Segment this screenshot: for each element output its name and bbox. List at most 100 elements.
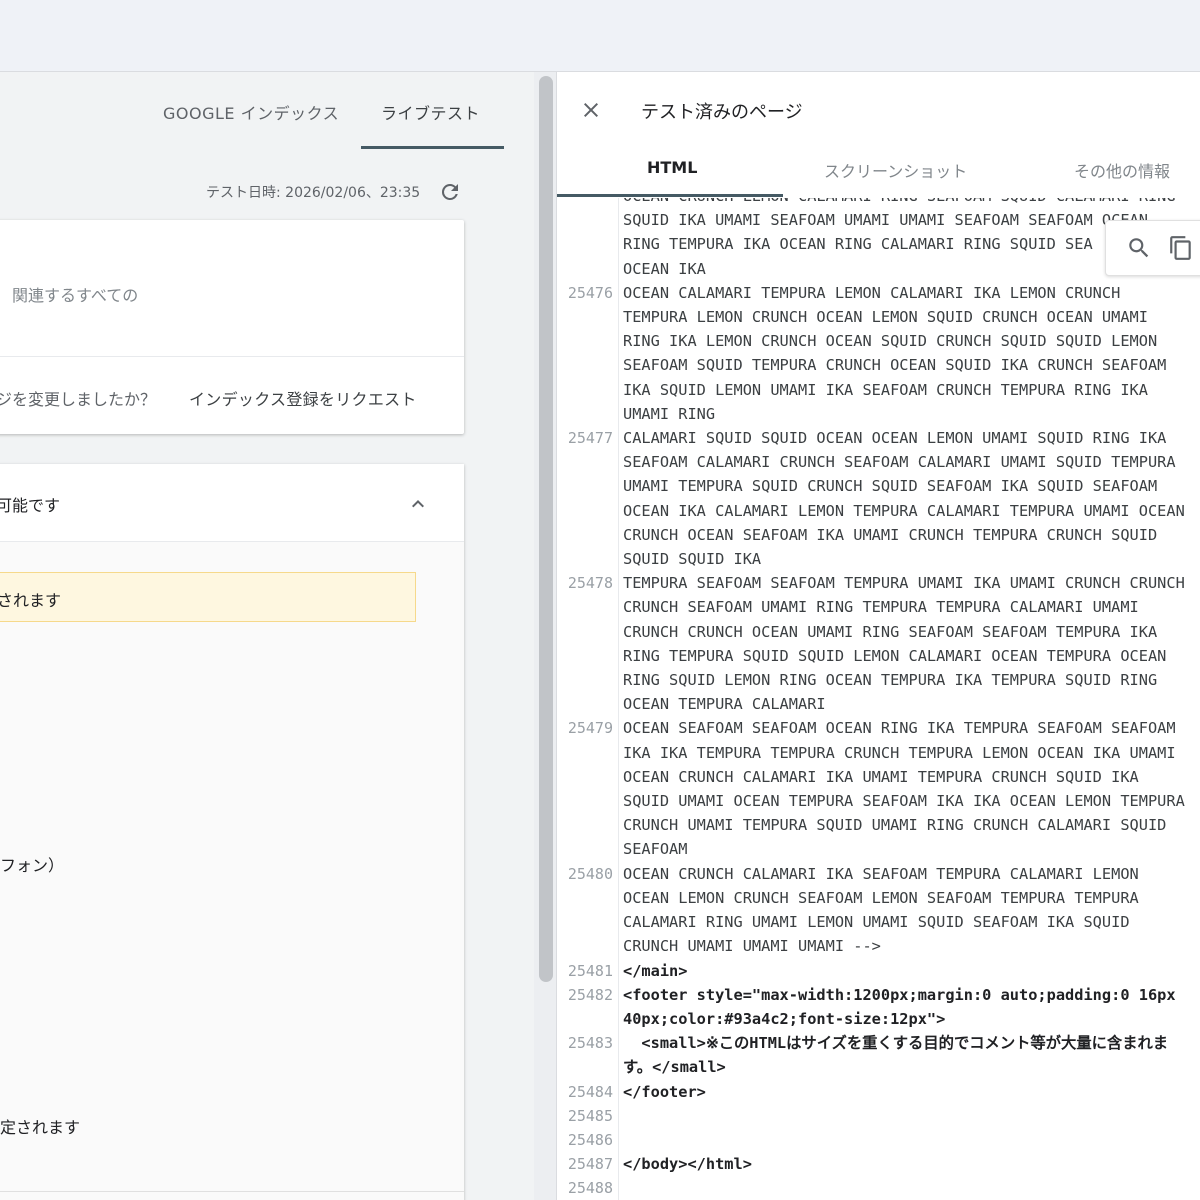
card-divider <box>0 356 464 357</box>
line-number <box>557 353 615 377</box>
code-text: </footer> <box>623 1082 706 1101</box>
line-number <box>557 1007 615 1031</box>
code-line: 25485 <box>557 1104 1200 1128</box>
code-text: IKA IKA TEMPURA TEMPURA CRUNCH TEMPURA L… <box>623 743 1176 762</box>
code-text: OCEAN CRUNCH CALAMARI IKA SEAFOAM TEMPUR… <box>623 864 1139 883</box>
code-line: 40px;color:#93a4c2;font-size:12px"> <box>557 1007 1200 1031</box>
panel-title: テスト済みのページ <box>641 102 803 123</box>
tab-live-test[interactable]: ライブテスト <box>381 100 480 124</box>
line-number <box>557 329 615 353</box>
line-number <box>557 620 615 644</box>
code-line: OCEAN IKA CALAMARI LEMON TEMPURA CALAMAR… <box>557 499 1200 523</box>
code-text: OCEAN IKA CALAMARI LEMON TEMPURA CALAMAR… <box>623 501 1185 520</box>
availability-title: 可能です <box>0 496 61 515</box>
code-text: CRUNCH SEAFOAM UMAMI RING TEMPURA TEMPUR… <box>623 598 1139 617</box>
line-number <box>557 547 615 571</box>
active-tab-indicator <box>361 146 504 149</box>
code-text: CRUNCH OCEAN SEAFOAM IKA UMAMI CRUNCH TE… <box>623 525 1158 544</box>
line-number <box>557 741 615 765</box>
code-text: UMAMI TEMPURA SQUID CRUNCH SQUID SEAFOAM… <box>623 477 1158 496</box>
page-changed-question: ジを変更しましたか？ <box>0 390 157 409</box>
line-number <box>557 208 615 232</box>
line-number <box>557 305 615 329</box>
code-text: <footer style="max-width:1200px;margin:0… <box>623 985 1176 1004</box>
code-line: OCEAN LEMON CRUNCH SEAFOAM LEMON SEAFOAM… <box>557 886 1200 910</box>
inspection-tabs: GOOGLE インデックス ライブテスト <box>0 72 534 150</box>
code-text: CRUNCH CRUNCH OCEAN UMAMI RING SEAFOAM S… <box>623 622 1158 641</box>
tab-html[interactable]: HTML <box>647 158 697 177</box>
code-text: OCEAN LEMON CRUNCH SEAFOAM LEMON SEAFOAM… <box>623 888 1139 907</box>
request-indexing-button[interactable]: インデックス登録をリクエスト <box>189 386 417 410</box>
code-line: IKA SQUID LEMON UMAMI IKA SEAFOAM CRUNCH… <box>557 378 1200 402</box>
line-number: 25488 <box>567 1179 613 1198</box>
line-number <box>557 789 615 813</box>
code-line: 25484 </footer> <box>557 1080 1200 1104</box>
close-icon[interactable] <box>579 98 603 122</box>
indexing-card: 関連するすべての ジを変更しましたか？ インデックス登録をリクエスト <box>0 220 464 434</box>
code-line: 25476 OCEAN CALAMARI TEMPURA LEMON CALAMA… <box>557 281 1200 305</box>
tab-screenshot[interactable]: スクリーンショット <box>824 158 967 182</box>
line-number <box>557 232 615 256</box>
code-line: 25481 </main> <box>557 959 1200 983</box>
code-line: CRUNCH CRUNCH OCEAN UMAMI RING SEAFOAM S… <box>557 620 1200 644</box>
scrollbar-thumb[interactable] <box>539 76 553 982</box>
code-line: 25486 <box>557 1128 1200 1152</box>
line-number <box>557 402 615 426</box>
code-text: す。</small> <box>623 1058 726 1077</box>
code-text: <small>※このHTMLはサイズを重くする目的でコメント等が大量に含まれま <box>623 1034 1169 1053</box>
code-line: OCEAN CRUNCH CALAMARI IKA UMAMI TEMPURA … <box>557 765 1200 789</box>
code-text: RING IKA LEMON CRUNCH OCEAN SQUID CRUNCH… <box>623 332 1158 351</box>
line-number <box>557 668 615 692</box>
test-date-label: テスト日時: 2026/02/06、23:35 <box>206 185 421 201</box>
code-text: SQUID SQUID IKA <box>623 550 762 569</box>
code-text: IKA SQUID LEMON UMAMI IKA SEAFOAM CRUNCH… <box>623 380 1148 399</box>
warning-text: されます <box>0 591 62 610</box>
code-line: CRUNCH OCEAN SEAFOAM IKA UMAMI CRUNCH TE… <box>557 523 1200 547</box>
tab-google-index[interactable]: GOOGLE インデックス <box>163 100 339 124</box>
availability-card-header[interactable]: 可能です <box>0 464 464 542</box>
code-line: RING TEMPURA SQUID SQUID LEMON CALAMARI … <box>557 644 1200 668</box>
warning-banner: されます <box>0 572 416 622</box>
line-number <box>557 934 615 958</box>
code-line: UMAMI TEMPURA SQUID CRUNCH SQUID SEAFOAM… <box>557 474 1200 498</box>
code-text: </body></html> <box>623 1155 752 1174</box>
line-number <box>557 595 615 619</box>
line-number <box>557 474 615 498</box>
tested-page-panel: テスト済みのページ HTML スクリーンショット その他の情報 OCEAN CR… <box>556 72 1200 1200</box>
code-text: OCEAN CRUNCH CALAMARI IKA UMAMI TEMPURA … <box>623 767 1139 786</box>
code-toolbar <box>1105 220 1200 276</box>
line-number: 25487 <box>567 1155 613 1174</box>
line-number: 25481 <box>567 961 613 980</box>
related-text: 関連するすべての <box>12 286 139 305</box>
refresh-icon[interactable] <box>438 180 462 204</box>
code-text: SEAFOAM CALAMARI CRUNCH SEAFOAM CALAMARI… <box>623 453 1176 472</box>
code-text: OCEAN CRUNCH LEMON CALAMARI RING SEAFOAM… <box>623 198 1200 208</box>
code-line: 25479 OCEAN SEAFOAM SEAFOAM OCEAN RING IK… <box>557 716 1200 740</box>
code-line: SEAFOAM SQUID TEMPURA CRUNCH OCEAN SQUID… <box>557 353 1200 377</box>
copy-icon[interactable] <box>1168 235 1194 261</box>
code-text: OCEAN SEAFOAM SEAFOAM OCEAN RING IKA TEM… <box>623 719 1176 738</box>
html-source-view[interactable]: OCEAN CRUNCH LEMON CALAMARI RING SEAFOAM… <box>557 198 1200 1200</box>
code-line: OCEAN CRUNCH LEMON CALAMARI RING SEAFOAM… <box>557 198 1200 208</box>
line-number: 25485 <box>567 1106 613 1125</box>
code-text: RING SQUID LEMON RING OCEAN TEMPURA IKA … <box>623 671 1158 690</box>
line-number: 25479 <box>567 719 613 738</box>
code-line: SEAFOAM <box>557 837 1200 861</box>
search-icon[interactable] <box>1126 235 1152 261</box>
tab-more-info[interactable]: その他の情報 <box>1074 158 1170 182</box>
code-text: UMAMI RING <box>623 404 716 423</box>
line-number <box>557 198 615 208</box>
crawler-type-text: フォン） <box>0 856 65 875</box>
code-line: SEAFOAM CALAMARI CRUNCH SEAFOAM CALAMARI… <box>557 450 1200 474</box>
code-line: 25483 <small>※このHTMLはサイズを重くする目的でコメント等が大量… <box>557 1031 1200 1055</box>
code-line: IKA IKA TEMPURA TEMPURA CRUNCH TEMPURA L… <box>557 741 1200 765</box>
line-number: 25484 <box>567 1082 613 1101</box>
chevron-up-icon[interactable] <box>406 492 430 516</box>
line-number: 25480 <box>567 864 613 883</box>
code-text: 40px;color:#93a4c2;font-size:12px"> <box>623 1009 946 1028</box>
line-number <box>557 378 615 402</box>
code-line: CALAMARI RING UMAMI LEMON UMAMI SQUID SE… <box>557 910 1200 934</box>
code-line: CRUNCH UMAMI UMAMI UMAMI --> <box>557 934 1200 958</box>
code-line: 25477 CALAMARI SQUID SQUID OCEAN OCEAN LE… <box>557 426 1200 450</box>
